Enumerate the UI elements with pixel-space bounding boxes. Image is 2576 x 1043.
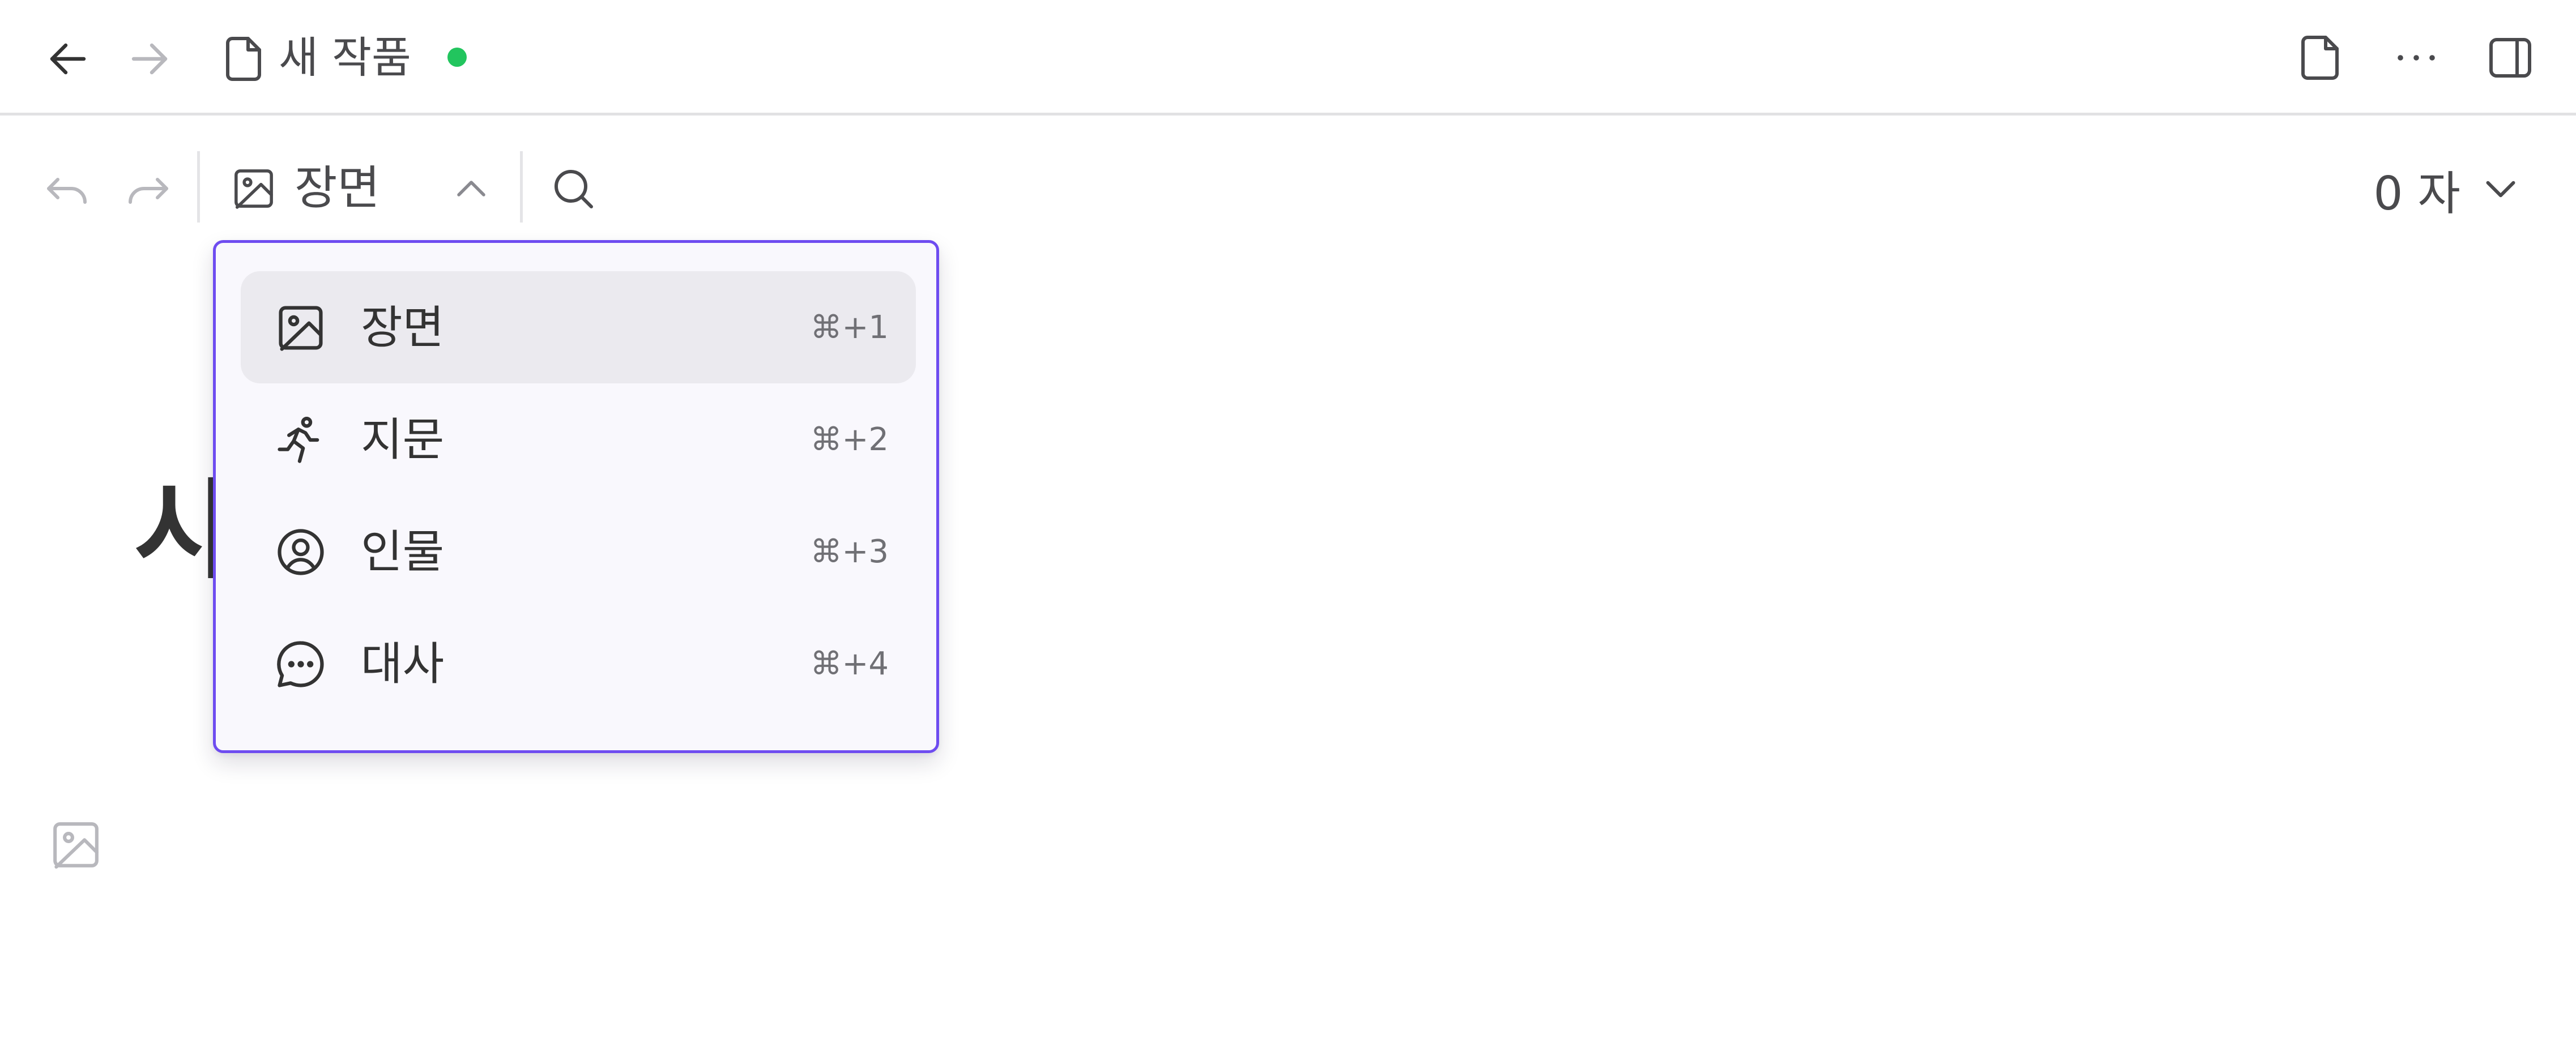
toolbar-divider	[520, 151, 523, 223]
menu-item-dialogue[interactable]: 대사 ⌘+4	[241, 608, 916, 720]
chevron-down-icon	[2475, 164, 2526, 215]
image-icon	[229, 164, 279, 213]
user-circle-icon	[272, 524, 329, 580]
chat-bubble-icon	[272, 636, 329, 693]
more-horizontal-icon[interactable]	[2389, 31, 2443, 85]
menu-item-shortcut: ⌘+3	[810, 533, 889, 570]
menu-item-label: 지문	[361, 413, 445, 466]
word-count-button[interactable]: 0 자	[2373, 147, 2526, 232]
image-icon[interactable]	[46, 815, 105, 874]
menu-item-label: 대사	[361, 638, 445, 690]
image-icon	[272, 300, 329, 356]
chevron-up-icon	[446, 164, 496, 213]
menu-item-character[interactable]: 인물 ⌘+3	[241, 495, 916, 608]
running-person-icon	[272, 412, 329, 468]
page-icon[interactable]	[2294, 31, 2348, 85]
menu-item-label: 인물	[361, 525, 445, 578]
menu-item-label: 장면	[361, 301, 445, 354]
block-type-select[interactable]: 장면	[217, 141, 505, 235]
arrow-left-icon[interactable]	[41, 32, 95, 86]
editor-toolbar: 장면 0 자	[0, 118, 2576, 254]
search-icon[interactable]	[546, 161, 600, 216]
undo-icon[interactable]	[40, 161, 94, 216]
sidebar-toggle-icon[interactable]	[2483, 31, 2537, 85]
menu-item-scene[interactable]: 장면 ⌘+1	[241, 271, 916, 383]
block-type-menu: 장면 ⌘+1 지문 ⌘+2 인물 ⌘+3 대사 ⌘+4	[213, 240, 939, 753]
arrow-right-icon[interactable]	[122, 32, 177, 86]
redo-icon[interactable]	[121, 161, 176, 216]
menu-item-action[interactable]: 지문 ⌘+2	[241, 383, 916, 495]
menu-item-shortcut: ⌘+1	[810, 309, 889, 346]
saved-status-dot	[447, 48, 467, 67]
block-type-label: 장면	[295, 161, 380, 215]
title-bar: 새 작품	[0, 0, 2576, 116]
menu-item-shortcut: ⌘+2	[810, 421, 889, 458]
document-title[interactable]: 새 작품	[279, 24, 411, 92]
menu-item-shortcut: ⌘+4	[810, 646, 889, 682]
toolbar-divider	[197, 151, 200, 223]
word-count: 0 자	[2373, 166, 2460, 221]
document-icon	[216, 32, 271, 86]
